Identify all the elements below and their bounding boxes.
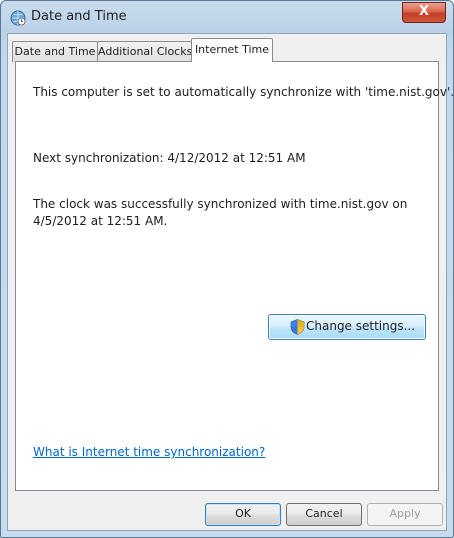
tab-label: Date and Time [14,45,96,58]
change-settings-button[interactable]: Change settings... [268,314,426,340]
tab-additional-clocks[interactable]: Additional Clocks [97,41,192,62]
close-button[interactable]: X [402,2,446,23]
close-icon: X [418,4,430,19]
tab-internet-time[interactable]: Internet Time [191,38,273,62]
change-settings-label: Change settings... [306,319,416,333]
next-sync-text: Next synchronization: 4/12/2012 at 12:51… [33,151,306,165]
sync-success-line1: The clock was successfully synchronized … [33,197,408,211]
tab-label: Additional Clocks [98,45,193,58]
clock-globe-icon [10,10,26,26]
cancel-button[interactable]: Cancel [286,503,362,526]
help-link[interactable]: What is Internet time synchronization? [33,445,265,459]
internet-time-panel: This computer is set to automatically sy… [15,61,453,491]
date-time-dialog: Date and Time X Date and Time Additional… [0,0,454,538]
dialog-client-area: Date and Time Additional Clocks Internet… [7,33,453,531]
window-title: Date and Time [31,9,127,24]
ok-label: OK [235,507,251,520]
uac-shield-icon [290,319,305,335]
tab-date-and-time[interactable]: Date and Time [12,41,98,62]
title-bar[interactable]: Date and Time X [1,1,453,33]
sync-success-line2: 4/5/2012 at 12:51 AM. [33,214,168,228]
apply-label: Apply [389,507,421,520]
auto-sync-text: This computer is set to automatically sy… [33,85,454,99]
tab-label: Internet Time [194,43,270,56]
cancel-label: Cancel [305,507,343,520]
apply-button[interactable]: Apply [367,503,443,526]
ok-button[interactable]: OK [205,503,281,526]
